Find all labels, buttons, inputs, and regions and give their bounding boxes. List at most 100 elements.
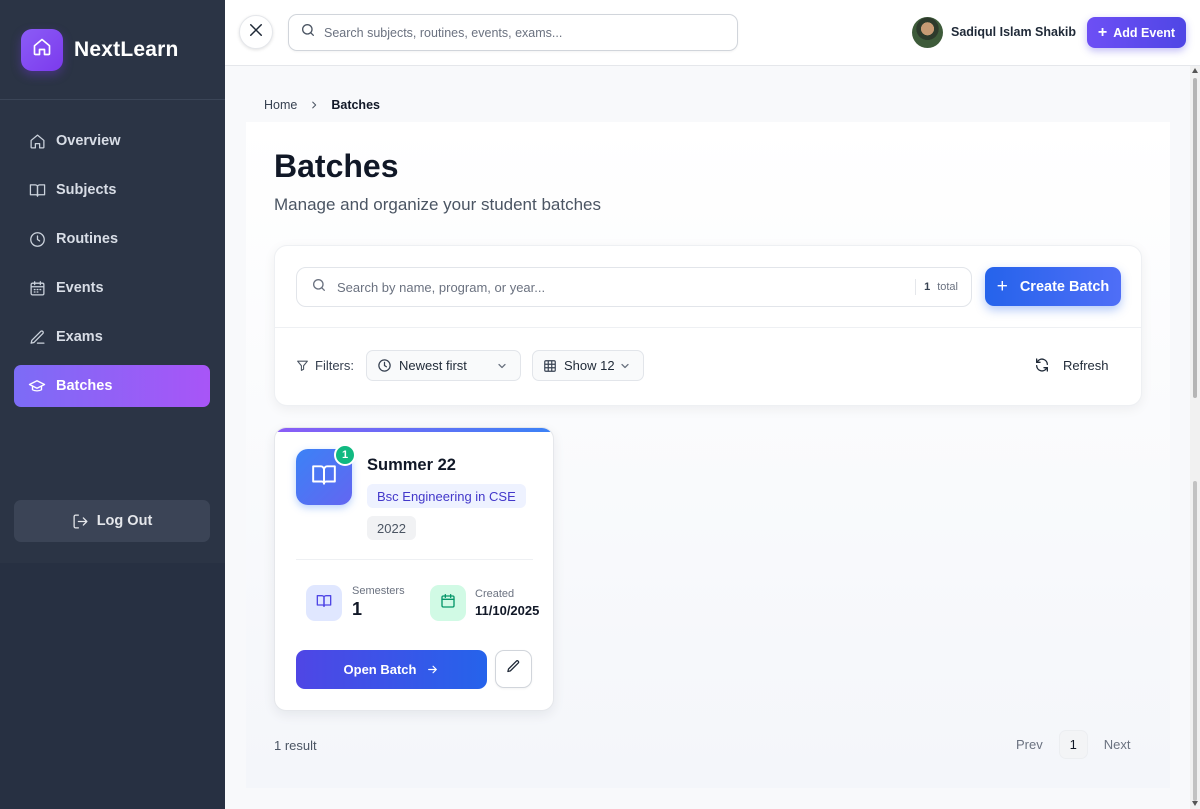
- refresh-icon: [1034, 357, 1050, 373]
- scrollbar-thumb-secondary[interactable]: [1193, 481, 1197, 801]
- edit-batch-button[interactable]: [495, 650, 532, 688]
- filters-label: Filters:: [296, 358, 354, 373]
- close-icon: [247, 21, 265, 44]
- arrow-right-icon: [426, 663, 439, 676]
- page-subtitle: Manage and organize your student batches: [274, 195, 602, 214]
- sidebar-item-label: Events: [56, 280, 104, 296]
- global-search-input[interactable]: [324, 25, 704, 40]
- result-count: 1 result: [274, 738, 317, 753]
- filters-text: Filters:: [315, 358, 354, 373]
- page-number-button[interactable]: 1: [1058, 730, 1088, 759]
- sidebar-item-label: Exams: [56, 329, 103, 345]
- next-page-button[interactable]: Next: [1104, 737, 1131, 752]
- sidebar-item-label: Batches: [56, 378, 113, 394]
- semesters-stat-icon: [306, 585, 342, 621]
- calendar-icon: [28, 279, 46, 297]
- semesters-label: Semesters: [352, 585, 405, 597]
- refresh-label: Refresh: [1063, 357, 1109, 373]
- refresh-button[interactable]: Refresh: [1034, 357, 1109, 373]
- sidebar-item-label: Subjects: [56, 182, 117, 198]
- prev-page-button[interactable]: Prev: [1016, 737, 1043, 752]
- pagination: Prev 1 Next: [1016, 730, 1130, 759]
- avatar[interactable]: [912, 17, 943, 48]
- main-content: Home Batches Batches Manage and organize…: [225, 66, 1190, 809]
- sidebar-item-subjects[interactable]: Subjects: [14, 169, 210, 211]
- sort-select[interactable]: Newest first: [366, 350, 521, 381]
- book-icon: [28, 181, 46, 199]
- plus-icon: +: [996, 276, 1008, 297]
- plus-icon: +: [1097, 23, 1108, 41]
- logo[interactable]: [21, 28, 63, 71]
- open-batch-label: Open Batch: [343, 662, 417, 677]
- scroll-down-arrow-icon[interactable]: [1192, 801, 1198, 806]
- brand-name: NextLearn: [74, 37, 179, 61]
- global-search: [288, 14, 738, 51]
- card-accent-bar: [275, 428, 553, 432]
- batch-toolbar: 1 total + Create Batch Filters: Newest f…: [274, 245, 1142, 406]
- sidebar-nav: Overview Subjects Routines Events Exams: [14, 120, 210, 414]
- sidebar-item-events[interactable]: Events: [14, 267, 210, 309]
- logout-label: Log Out: [96, 513, 153, 529]
- breadcrumb-home[interactable]: Home: [264, 98, 297, 112]
- chevron-down-icon: [496, 360, 508, 372]
- pen-icon: [28, 328, 46, 346]
- search-icon: [311, 277, 327, 298]
- clock-icon: [28, 230, 46, 248]
- home-icon: [28, 132, 46, 150]
- card-divider: [296, 559, 533, 560]
- page-size-select[interactable]: Show 12: [532, 350, 644, 381]
- sidebar-item-routines[interactable]: Routines: [14, 218, 210, 260]
- sort-select-value: Newest first: [399, 358, 467, 373]
- scroll-up-arrow-icon[interactable]: [1192, 68, 1198, 73]
- toolbar-divider: [275, 327, 1141, 328]
- page-size-value: Show 12: [564, 358, 615, 373]
- create-batch-label: Create Batch: [1019, 278, 1110, 295]
- pencil-icon: [506, 659, 521, 679]
- total-count-label: total: [937, 281, 958, 293]
- total-count: 1 total: [915, 279, 958, 295]
- page-title: Batches: [274, 148, 399, 184]
- semester-count-badge: 1: [334, 444, 356, 466]
- logout-button[interactable]: Log Out: [14, 500, 210, 542]
- book-icon: [316, 593, 332, 614]
- created-label: Created: [475, 588, 515, 600]
- batch-search: 1 total: [296, 267, 972, 307]
- sidebar-item-label: Overview: [56, 133, 121, 149]
- year-tag: 2022: [367, 516, 416, 540]
- chevron-down-icon: [619, 360, 631, 372]
- total-count-value: 1: [924, 281, 931, 293]
- batch-search-input[interactable]: [337, 279, 897, 295]
- batch-name: Summer 22: [367, 456, 456, 474]
- sidebar-item-overview[interactable]: Overview: [14, 120, 210, 162]
- grid-icon: [543, 359, 557, 373]
- created-value: 11/10/2025: [475, 603, 540, 618]
- logout-icon: [72, 513, 89, 530]
- sidebar-item-exams[interactable]: Exams: [14, 316, 210, 358]
- create-batch-button[interactable]: + Create Batch: [985, 267, 1121, 306]
- batches-panel: Batches Manage and organize your student…: [246, 122, 1170, 788]
- add-event-button[interactable]: + Add Event: [1087, 17, 1186, 48]
- sidebar-item-batches[interactable]: Batches: [14, 365, 210, 407]
- close-sidebar-button[interactable]: [239, 15, 273, 49]
- batch-card[interactable]: 1 Summer 22 Bsc Engineering in CSE 2022 …: [274, 427, 554, 711]
- scrollbar[interactable]: [1190, 66, 1200, 809]
- program-tag: Bsc Engineering in CSE: [367, 484, 526, 508]
- open-batch-button[interactable]: Open Batch: [296, 650, 487, 689]
- user-name[interactable]: Sadiqul Islam Shakib: [951, 25, 1076, 39]
- filter-icon: [296, 359, 309, 372]
- home-icon: [32, 37, 52, 62]
- breadcrumb-current: Batches: [331, 98, 380, 112]
- add-event-label: Add Event: [1113, 25, 1176, 40]
- created-stat-icon: [430, 585, 466, 621]
- search-icon: [300, 22, 316, 43]
- breadcrumb: Home Batches: [264, 98, 380, 112]
- graduation-cap-icon: [28, 377, 46, 395]
- scrollbar-thumb[interactable]: [1193, 78, 1197, 398]
- book-open-icon: [311, 462, 337, 493]
- chevron-right-icon: [309, 100, 319, 110]
- sidebar-header: NextLearn: [0, 0, 225, 100]
- clock-icon: [377, 358, 392, 373]
- sidebar: NextLearn Overview Subjects Routines Eve…: [0, 0, 225, 809]
- sidebar-footer-area: [0, 563, 225, 809]
- calendar-icon: [440, 593, 456, 614]
